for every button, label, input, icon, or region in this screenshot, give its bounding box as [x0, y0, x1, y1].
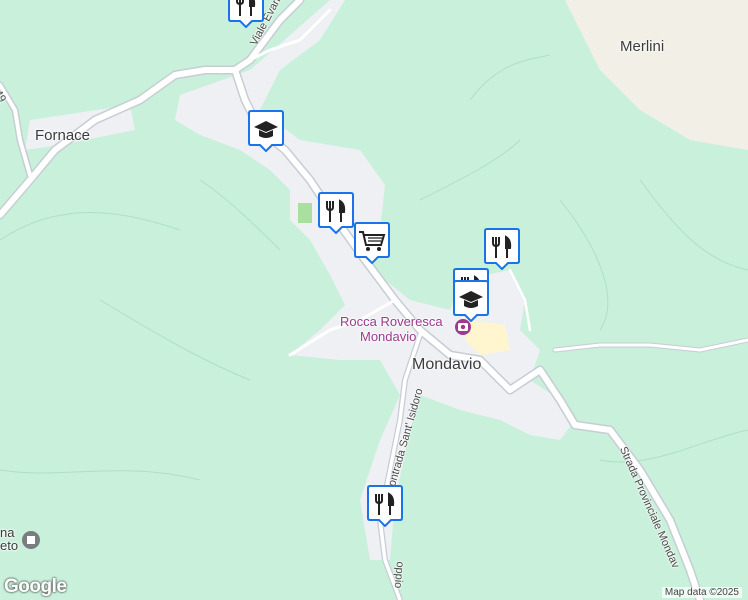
- poi-label-line2: Mondavio: [360, 329, 417, 344]
- school-marker[interactable]: [248, 110, 284, 153]
- poi-label-line1: Rocca Roveresca: [340, 314, 443, 329]
- poi-label-rocca[interactable]: Rocca Roveresca Mondavio: [340, 314, 443, 344]
- place-label-mondavio: Mondavio: [412, 356, 482, 373]
- google-logo: Google: [4, 576, 67, 597]
- restaurant-marker[interactable]: [228, 0, 264, 29]
- place-label-merlini: Merlini: [620, 38, 665, 55]
- school-marker[interactable]: [453, 280, 489, 323]
- map-attribution[interactable]: Map data ©2025: [661, 587, 742, 598]
- restaurant-marker[interactable]: [318, 192, 354, 235]
- restaurant-marker[interactable]: [367, 485, 403, 528]
- road-label-oppio: oppio: [391, 560, 406, 589]
- place-of-worship-icon[interactable]: [22, 531, 40, 549]
- restaurant-marker[interactable]: [484, 228, 520, 271]
- place-label-fornace: Fornace: [35, 127, 91, 144]
- place-label-partial: na eto: [0, 525, 19, 553]
- park-area: [298, 203, 312, 223]
- shopping-marker[interactable]: [354, 222, 390, 265]
